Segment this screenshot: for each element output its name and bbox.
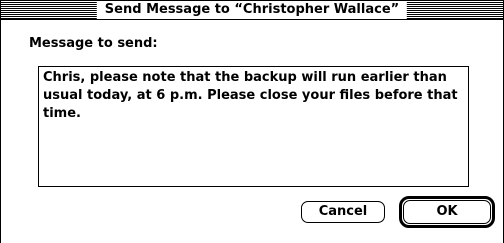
title-bar[interactable]: Send Message to “Christopher Wallace”	[1, 0, 503, 20]
message-text-area[interactable]: Chris, please note that the backup will …	[38, 66, 469, 187]
dialog-title: Send Message to “Christopher Wallace”	[96, 1, 408, 19]
ok-button[interactable]: OK	[403, 200, 491, 224]
cancel-button[interactable]: Cancel	[301, 201, 385, 223]
message-prompt-label: Message to send:	[29, 36, 158, 51]
send-message-dialog: Send Message to “Christopher Wallace” Me…	[0, 0, 504, 243]
